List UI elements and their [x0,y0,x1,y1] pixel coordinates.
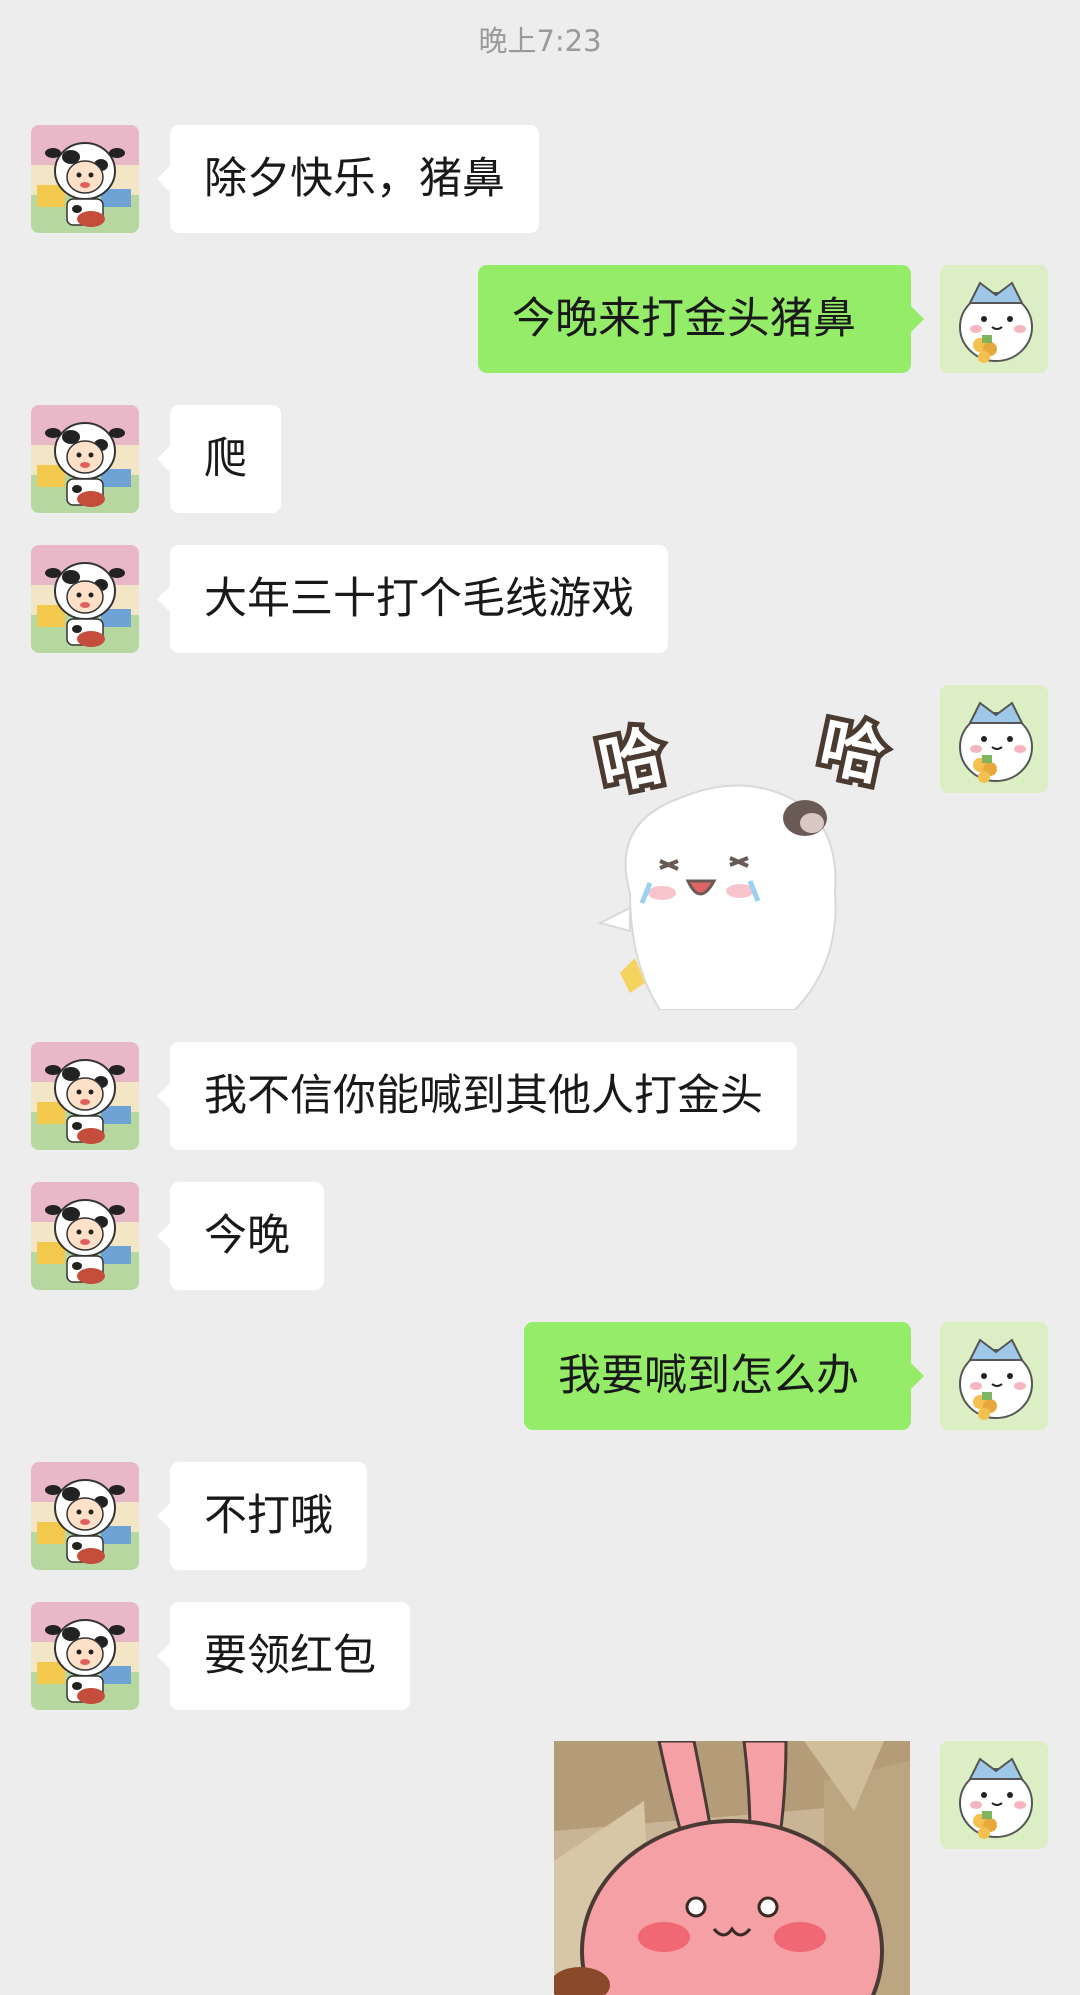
laughing-hamster-sticker[interactable]: 哈 哈 [588,693,920,1011]
message-bubble-sent[interactable]: 我要喊到怎么办 [524,1322,924,1430]
timestamp: 晚上7:23 [478,24,602,58]
message-bubble-received[interactable]: 大年三十打个毛线游戏 [157,545,668,653]
sticker-glyph-left: 哈 [593,719,671,805]
contact-avatar[interactable] [31,1602,139,1710]
contact-avatar[interactable] [31,1462,139,1570]
message-bubble-received[interactable]: 不打哦 [157,1462,367,1570]
pink-bunny-image[interactable] [554,1741,910,1995]
message-bubble-received[interactable]: 我不信你能喊到其他人打金头 [157,1042,797,1150]
sticker-glyph-right: 哈 [813,710,891,796]
contact-avatar[interactable] [31,125,139,233]
self-avatar[interactable] [940,265,1048,373]
contact-avatar[interactable] [31,1042,139,1150]
message-bubble-sent[interactable]: 今晚来打金头猪鼻 [478,265,924,373]
contact-avatar[interactable] [31,405,139,513]
contact-avatar[interactable] [31,1182,139,1290]
self-avatar[interactable] [940,685,1048,793]
message-bubble-received[interactable]: 爬 [157,405,281,513]
self-avatar[interactable] [940,1741,1048,1849]
self-avatar[interactable] [940,1322,1048,1430]
message-bubble-received[interactable]: 除夕快乐，猪鼻 [157,125,539,233]
message-bubble-received[interactable]: 要领红包 [157,1602,410,1710]
contact-avatar[interactable] [31,545,139,653]
message-bubble-received[interactable]: 今晚 [157,1182,324,1290]
